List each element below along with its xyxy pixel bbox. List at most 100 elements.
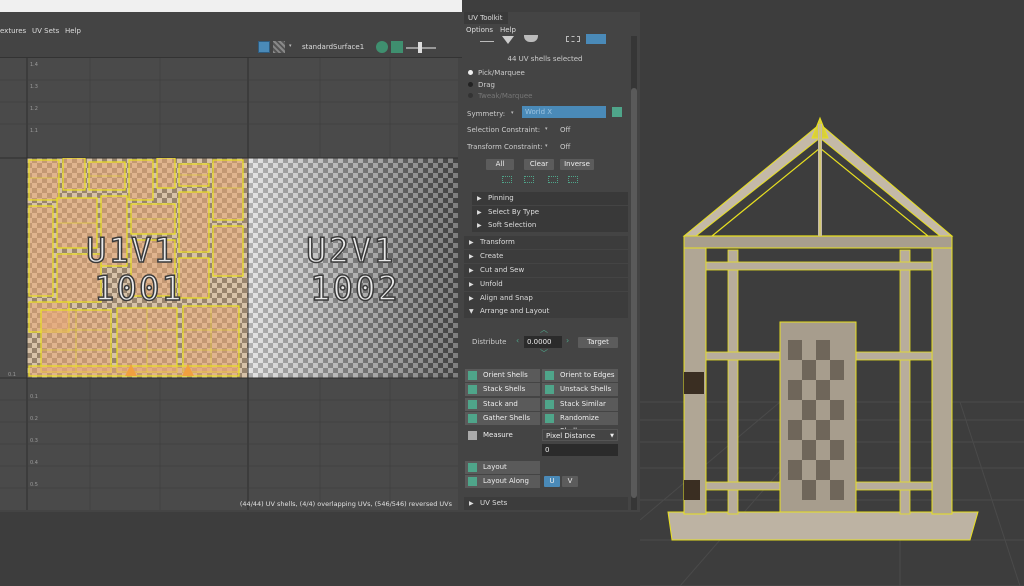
- select-border-icon[interactable]: [548, 176, 558, 183]
- toolkit-tab[interactable]: UV Toolkit: [464, 12, 508, 24]
- stack-similar-button[interactable]: Stack Similar: [542, 398, 618, 411]
- section-unfold-label: Unfold: [480, 280, 503, 288]
- select-shortest-edge-icon[interactable]: [568, 176, 578, 183]
- orient-shells-button[interactable]: Orient Shells: [465, 369, 540, 382]
- randomize-shells-button[interactable]: Randomize Shells: [542, 412, 618, 435]
- gather-shells-icon: [468, 414, 477, 423]
- section-select-by-type[interactable]: ▶ Select By Type: [472, 206, 628, 219]
- radio-drag[interactable]: [468, 82, 473, 87]
- stack-shells-button[interactable]: Stack Shells: [465, 383, 540, 396]
- selection-constraint-value[interactable]: Off: [560, 126, 570, 134]
- ruler-icon: [468, 431, 477, 440]
- image-display-icon[interactable]: [258, 41, 270, 53]
- toolkit-menu-help[interactable]: Help: [500, 26, 516, 34]
- checker-map-icon[interactable]: [273, 41, 285, 53]
- toolkit-scrollbar-thumb[interactable]: [631, 88, 637, 498]
- gather-shells-label: Gather Shells: [483, 414, 531, 422]
- distribute-value-field[interactable]: 0.0000: [524, 336, 562, 348]
- section-create[interactable]: ▶ Create: [464, 250, 628, 263]
- select-clear-button[interactable]: Clear: [524, 159, 554, 170]
- orient-to-edges-icon: [545, 371, 554, 380]
- chevron-down-icon[interactable]: ﹀: [540, 348, 548, 359]
- texture-icon[interactable]: [376, 41, 388, 53]
- section-uv-sets[interactable]: ▶ UV Sets: [464, 497, 628, 510]
- menu-textures[interactable]: extures: [0, 27, 26, 35]
- select-all-button[interactable]: All: [486, 159, 514, 170]
- select-edge-icon[interactable]: [502, 36, 514, 44]
- layout-along-label: Layout Along: [483, 477, 529, 485]
- section-arrange-and-layout[interactable]: ▼ Arrange and Layout: [464, 305, 628, 318]
- window-titlebar: [0, 0, 462, 12]
- transform-constraint-value[interactable]: Off: [560, 143, 570, 151]
- dropdown-arrow-icon[interactable]: ▾: [289, 43, 292, 49]
- chevron-up-icon[interactable]: ︿: [540, 324, 548, 335]
- grow-selection-icon[interactable]: [502, 176, 512, 183]
- measure-type-value: Pixel Distance: [546, 432, 596, 440]
- stack-and-orient-icon: [468, 400, 477, 409]
- uv-viewport[interactable]: 1.4 1.3 1.2 1.1 0.1 0.1 0.2 0.3 0.4 0.5: [0, 58, 458, 510]
- udim-label-1001-row1: U1V1: [85, 231, 176, 271]
- radio-pick-marquee[interactable]: [468, 70, 473, 75]
- measure-button[interactable]: Measure: [465, 429, 540, 442]
- orient-to-edges-button[interactable]: Orient to Edges: [542, 369, 618, 382]
- material-name[interactable]: standardSurface1: [302, 43, 364, 51]
- section-unfold[interactable]: ▶ Unfold: [464, 278, 628, 291]
- udim-label-1001-row2: 1001: [93, 269, 184, 309]
- section-align-and-snap[interactable]: ▶ Align and Snap: [464, 292, 628, 305]
- distribute-target-button[interactable]: Target: [578, 337, 618, 348]
- symmetry-dropdown[interactable]: World X: [522, 106, 606, 118]
- unstack-shells-button[interactable]: Unstack Shells: [542, 383, 618, 396]
- symmetry-toggle-icon[interactable]: ▾: [511, 110, 514, 116]
- mode-pick-marquee-label: Pick/Marquee: [478, 69, 525, 77]
- section-pinning[interactable]: ▶ Pinning: [472, 192, 628, 205]
- symmetry-pick-icon[interactable]: [612, 107, 622, 117]
- stack-shells-label: Stack Shells: [483, 385, 526, 393]
- layout-along-u-button[interactable]: U: [544, 476, 560, 487]
- toolkit-scrollbar[interactable]: [631, 36, 637, 510]
- layout-along-button[interactable]: Layout Along: [465, 475, 540, 488]
- radio-tweak-marquee[interactable]: [468, 93, 473, 98]
- section-cut-and-sew[interactable]: ▶ Cut and Sew: [464, 264, 628, 277]
- image-icon[interactable]: [391, 41, 403, 53]
- menu-help[interactable]: Help: [65, 27, 81, 35]
- dropdown-arrow-icon[interactable]: ▾: [545, 143, 548, 149]
- chevron-left-icon[interactable]: ‹: [516, 336, 519, 345]
- house-model[interactable]: [667, 116, 979, 541]
- section-transform[interactable]: ▶ Transform: [464, 236, 628, 249]
- expand-arrow-icon: ▶: [469, 253, 474, 260]
- dropdown-arrow-icon: ▼: [610, 433, 614, 439]
- unstack-shells-icon: [545, 385, 554, 394]
- toolkit-menu-options[interactable]: Options: [466, 26, 493, 34]
- stack-and-orient-button[interactable]: Stack and Orient: [465, 398, 540, 421]
- measure-type-dropdown[interactable]: Pixel Distance ▼: [542, 429, 618, 441]
- menu-uv-sets[interactable]: UV Sets: [32, 27, 59, 35]
- orient-shells-icon: [468, 371, 477, 380]
- symmetry-label: Symmetry:: [467, 110, 506, 118]
- measure-result-field[interactable]: 0: [542, 444, 618, 456]
- 3d-viewport[interactable]: [639, 0, 1024, 586]
- dropdown-arrow-icon[interactable]: ▾: [545, 126, 548, 132]
- section-arrange-and-layout-label: Arrange and Layout: [480, 307, 550, 315]
- chevron-right-icon[interactable]: ›: [566, 336, 569, 345]
- select-face-icon[interactable]: [524, 35, 538, 42]
- section-select-by-type-label: Select By Type: [488, 208, 540, 216]
- select-vertex-icon[interactable]: [480, 36, 494, 42]
- select-uv-icon[interactable]: [566, 36, 580, 42]
- udim-label-1002-row1: U2V1: [305, 231, 396, 271]
- expand-arrow-icon: ▶: [469, 500, 474, 507]
- mode-drag-label: Drag: [478, 81, 496, 89]
- shrink-selection-icon[interactable]: [524, 176, 534, 183]
- orient-shells-label: Orient Shells: [483, 371, 528, 379]
- layout-button[interactable]: Layout: [465, 461, 540, 474]
- select-shell-icon[interactable]: [586, 34, 606, 44]
- expand-arrow-icon: ▶: [477, 195, 482, 202]
- section-soft-selection[interactable]: ▶ Soft Selection: [472, 219, 628, 232]
- distribute-label: Distribute: [472, 338, 507, 346]
- uv-toolbar: ▾ standardSurface1: [0, 38, 462, 58]
- gather-shells-button[interactable]: Gather Shells: [465, 412, 540, 425]
- expand-arrow-icon: ▶: [469, 295, 474, 302]
- exposure-slider-handle[interactable]: [418, 42, 422, 53]
- layout-along-v-button[interactable]: V: [562, 476, 578, 487]
- select-inverse-button[interactable]: Inverse: [560, 159, 594, 170]
- mode-tweak-marquee-label: Tweak/Marquee: [478, 92, 533, 100]
